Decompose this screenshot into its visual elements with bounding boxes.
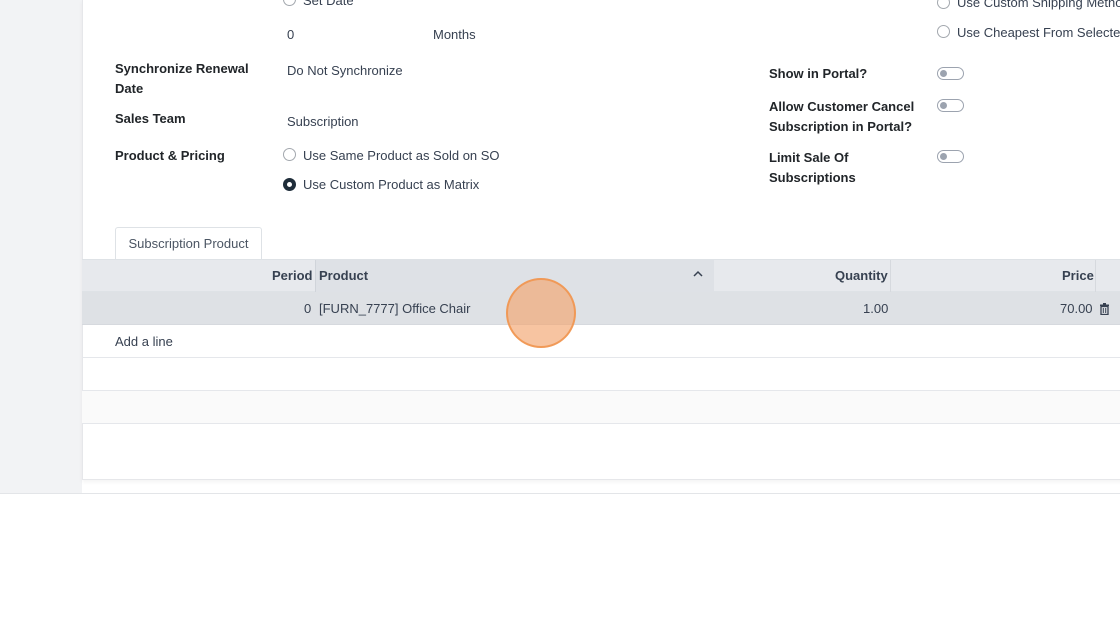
add-line-link[interactable]: Add a line <box>115 325 173 358</box>
pricing-option-same-radio[interactable] <box>283 148 296 161</box>
limit-sale-toggle[interactable] <box>937 150 964 163</box>
trash-icon[interactable] <box>1099 303 1110 315</box>
column-header-product[interactable]: Product <box>319 260 368 292</box>
sales-team-label: Sales Team <box>115 111 186 126</box>
product-pricing-label: Product & Pricing <box>115 148 225 163</box>
sync-renewal-select[interactable]: Do Not Synchronize <box>287 61 403 81</box>
pricing-option-matrix-radio[interactable] <box>283 178 296 191</box>
column-separator <box>1095 260 1096 292</box>
cell-quantity[interactable]: 1.00 <box>863 292 888 325</box>
product-column-highlight <box>315 260 714 292</box>
shipping-cheapest-label[interactable]: Use Cheapest From Selecte <box>957 23 1120 43</box>
duration-unit[interactable]: Months <box>433 25 476 45</box>
allow-cancel-toggle[interactable] <box>937 99 964 112</box>
cell-price[interactable]: 70.00 <box>1060 292 1093 325</box>
table-header: Period Product Quantity Price <box>82 259 1120 292</box>
sync-renewal-label-line2: Date <box>115 81 144 96</box>
click-indicator <box>506 278 576 348</box>
show-portal-toggle[interactable] <box>937 67 964 80</box>
table-row[interactable]: 0 [FURN_7777] Office Chair 1.00 70.00 <box>82 292 1120 325</box>
allow-cancel-label-line2: Subscription in Portal? <box>769 119 913 134</box>
empty-row <box>82 358 1120 391</box>
divider <box>0 493 1120 494</box>
limit-sale-label-line2: Subscriptions <box>769 170 856 185</box>
show-portal-label: Show in Portal? <box>769 66 868 81</box>
column-header-price[interactable]: Price <box>1062 260 1094 292</box>
limit-sale-label-line1: Limit Sale Of <box>769 150 849 165</box>
column-header-quantity[interactable]: Quantity <box>835 260 888 292</box>
page-background-left <box>0 0 82 493</box>
duration-value[interactable]: 0 <box>287 25 294 45</box>
pricing-option-same-label[interactable]: Use Same Product as Sold on SO <box>303 146 500 166</box>
shipping-cheapest-radio[interactable] <box>937 25 950 38</box>
empty-row <box>82 391 1120 424</box>
set-date-label: Set Date <box>303 0 354 8</box>
add-line-row: Add a line <box>82 325 1120 358</box>
cell-period[interactable]: 0 <box>304 292 311 325</box>
column-header-period[interactable]: Period <box>272 260 312 292</box>
sales-team-field[interactable]: Subscription <box>287 112 359 132</box>
shipping-custom-label[interactable]: Use Custom Shipping Metho <box>957 0 1120 13</box>
chevron-up-icon[interactable] <box>692 268 704 280</box>
sync-renewal-label-line1: Synchronize Renewal <box>115 61 249 76</box>
allow-cancel-label-line1: Allow Customer Cancel <box>769 99 915 114</box>
pricing-option-matrix-label[interactable]: Use Custom Product as Matrix <box>303 175 479 195</box>
tab-subscription-product[interactable]: Subscription Product <box>115 227 262 260</box>
column-separator <box>890 260 891 292</box>
cell-product[interactable]: [FURN_7777] Office Chair <box>319 292 471 325</box>
